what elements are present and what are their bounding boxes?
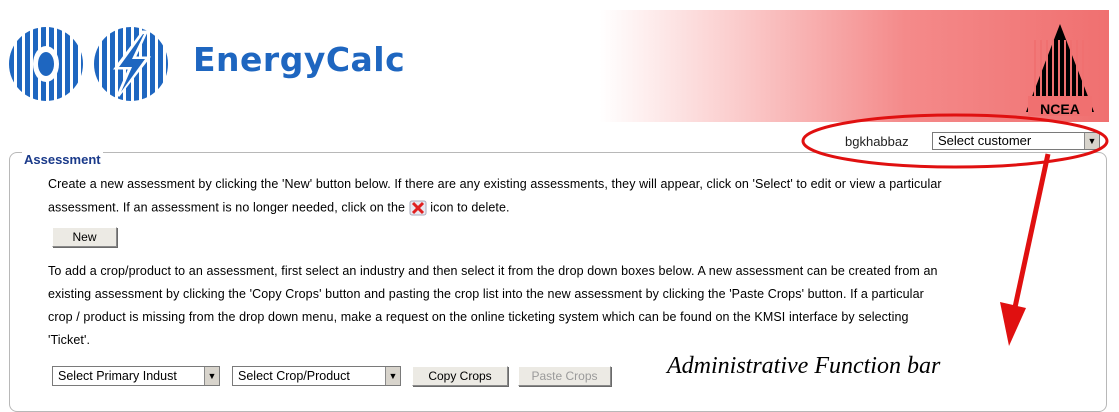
crop-line-1: To add a crop/product to an assessment, … xyxy=(48,264,938,278)
new-assessment-button[interactable]: New xyxy=(52,227,117,247)
highlight-ellipse xyxy=(801,113,1109,169)
crop-line-2: existing assessment by clicking the 'Cop… xyxy=(48,287,924,301)
annotation-arrow xyxy=(1000,153,1051,346)
copy-crops-button[interactable]: Copy Crops xyxy=(412,366,508,386)
globe-icon-left xyxy=(9,27,83,101)
energycalc-logo xyxy=(9,27,168,101)
intro-line-2-text-a: assessment. If an assessment is no longe… xyxy=(48,200,406,215)
intro-line-2-text-b: icon to delete. xyxy=(430,200,510,215)
crop-select-value: Select Crop/Product xyxy=(238,369,350,383)
industry-select[interactable]: Select Primary Indust ▼ xyxy=(52,366,220,386)
intro-line-2: assessment. If an assessment is no longe… xyxy=(48,200,510,216)
crop-line-4: 'Ticket'. xyxy=(48,333,91,347)
assessment-legend: Assessment xyxy=(22,152,103,167)
brand-name: EnergyCalc xyxy=(193,40,406,79)
header: EnergyCalc NCEA xyxy=(0,0,1119,122)
dropdown-arrow-icon[interactable]: ▼ xyxy=(204,367,219,385)
crop-select[interactable]: Select Crop/Product ▼ xyxy=(232,366,401,386)
industry-select-value: Select Primary Indust xyxy=(58,369,177,383)
annotation-label: Administrative Function bar xyxy=(667,353,941,379)
globe-icon-right xyxy=(94,27,168,101)
crop-line-3: crop / product is missing from the drop … xyxy=(48,310,909,324)
dropdown-arrow-icon[interactable]: ▼ xyxy=(385,367,400,385)
ncea-tower-logo: NCEA xyxy=(1026,24,1094,117)
delete-icon[interactable] xyxy=(409,200,427,216)
paste-crops-button[interactable]: Paste Crops xyxy=(518,366,611,386)
intro-line-1: Create a new assessment by clicking the … xyxy=(48,177,942,191)
